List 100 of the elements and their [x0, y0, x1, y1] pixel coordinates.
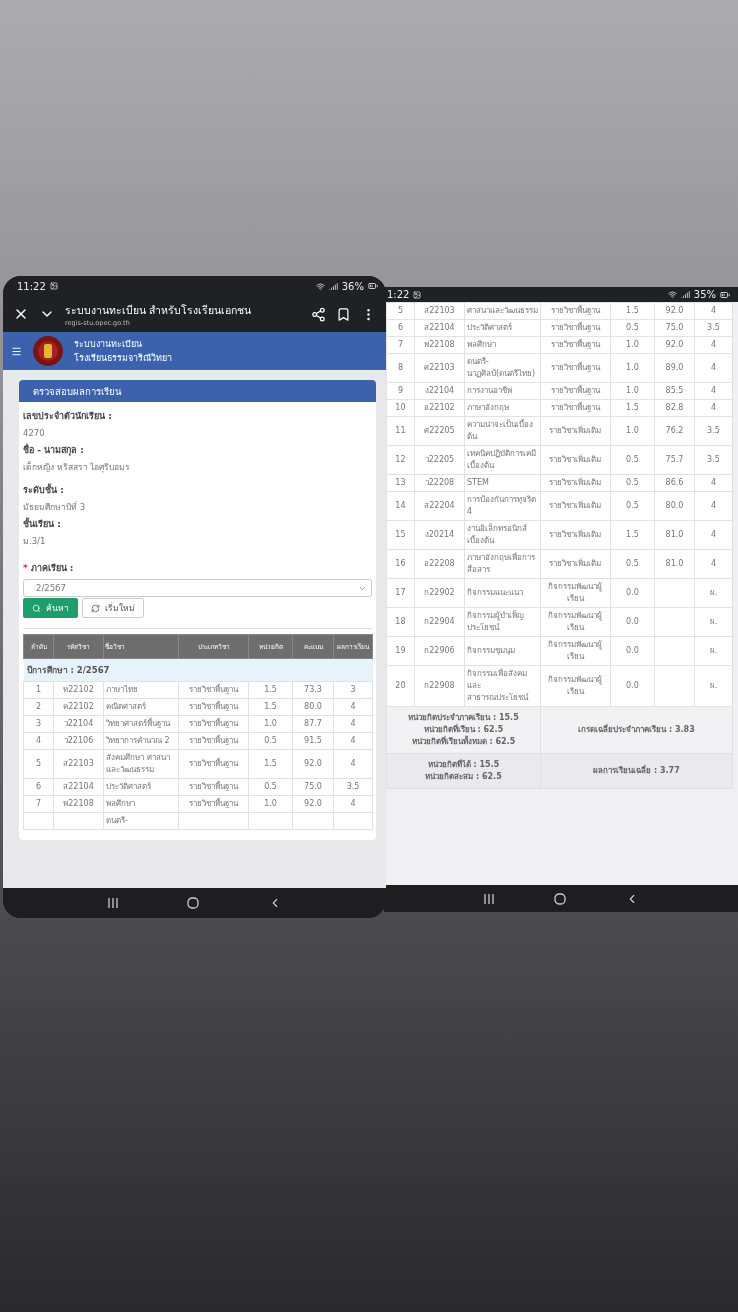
summary-text: หน่วยกิตสะสม : 62.5	[425, 771, 502, 783]
recent-apps-icon[interactable]	[483, 893, 496, 904]
table-cell: STEM	[464, 474, 541, 492]
search-button[interactable]: ค้นหา	[23, 598, 78, 618]
table-cell: 80.0	[292, 698, 334, 716]
table-cell: พ22108	[414, 336, 465, 354]
table-cell: ท22102	[53, 681, 104, 699]
signal-icon	[680, 290, 690, 299]
table-cell: 13	[386, 474, 415, 492]
table-cell: 4	[694, 302, 733, 320]
home-icon[interactable]	[553, 892, 566, 905]
table-cell: 87.7	[292, 715, 334, 733]
table-cell: 11	[386, 416, 415, 446]
table-cell: รายวิชาพื้นฐาน	[178, 778, 249, 796]
table-cell: รายวิชาพื้นฐาน	[178, 749, 249, 779]
field-value: ม.3/1	[23, 535, 47, 548]
table-cell: 1.0	[610, 416, 655, 446]
summary-average: เกรดเฉลี่ยประจำภาคเรียน : 3.83	[540, 706, 733, 754]
table-cell: ประวัติศาสตร์	[103, 778, 179, 796]
table-cell: ภาษาไทย	[103, 681, 179, 699]
table-cell: การป้องกันการทุจริต 4	[464, 491, 541, 521]
table-cell: 86.6	[654, 474, 695, 492]
table-cell: 15	[386, 520, 415, 550]
table-cell: 81.0	[654, 549, 695, 579]
wifi-icon	[667, 290, 677, 299]
recent-apps-icon[interactable]	[107, 898, 120, 908]
table-cell: 17	[386, 578, 415, 608]
table-cell: คณิตศาสตร์	[103, 698, 179, 716]
field-label: ชั้นเรียน :	[23, 516, 62, 531]
table-cell: 5	[386, 302, 415, 320]
table-cell: รายวิชาพื้นฐาน	[540, 319, 611, 337]
table-cell: 92.0	[654, 302, 695, 320]
table-cell: กิจกรรมผู้บำเพ็ญประโยชน์	[464, 607, 541, 637]
table-cell: เทคนิคปฏิบัติการเคมีเบื้องต้น	[464, 445, 541, 475]
table-cell: 8	[386, 353, 415, 383]
semester-select[interactable]: 2/2567	[23, 579, 372, 597]
table-cell: รายวิชาพื้นฐาน	[178, 795, 249, 813]
table-cell: 5	[23, 749, 54, 779]
table-cell: 7	[386, 336, 415, 354]
table-cell: 81.0	[654, 520, 695, 550]
table-cell: 4	[694, 491, 733, 521]
table-cell: 12	[386, 445, 415, 475]
table-cell: 0.0	[610, 607, 655, 637]
table-cell: 4	[694, 382, 733, 400]
table-cell: 20	[386, 665, 415, 707]
table-cell: ศาสนาและวัฒนธรรม	[464, 302, 541, 320]
table-cell: รายวิชาพื้นฐาน	[178, 715, 249, 733]
field-label: * ภาคเรียน :	[23, 562, 75, 575]
table-cell: 0.0	[610, 578, 655, 608]
table-cell: 0.5	[610, 491, 655, 521]
table-cell: ดนตรี-	[103, 812, 179, 830]
table-cell: 1.0	[248, 715, 293, 733]
table-cell: กิจกรรมพัฒนาผู้เรียน	[540, 607, 611, 637]
table-cell: รายวิชาเพิ่มเติม	[540, 520, 611, 550]
table-cell: รายวิชาเพิ่มเติม	[540, 491, 611, 521]
table-cell: รายวิชาพื้นฐาน	[540, 336, 611, 354]
summary-text: หน่วยกิตที่ได้ : 15.5	[427, 759, 500, 771]
table-cell: 3	[333, 681, 373, 699]
table-cell: ประวัติศาสตร์	[464, 319, 541, 337]
table-cell: รายวิชาพื้นฐาน	[178, 732, 249, 750]
table-cell: 4	[333, 698, 373, 716]
table-cell: 4	[333, 715, 373, 733]
table-cell: 1.5	[248, 681, 293, 699]
table-cell: พลศึกษา	[103, 795, 179, 813]
table-cell: วิทยาการคำนวณ 2	[103, 732, 179, 750]
table-cell: 4	[694, 520, 733, 550]
table-cell: กิจกรรมพัฒนาผู้เรียน	[540, 578, 611, 608]
table-cell: 6	[386, 319, 415, 337]
table-cell: 0.5	[248, 732, 293, 750]
battery-percent: 36%	[341, 280, 364, 292]
table-cell: ง20214	[414, 520, 465, 550]
summary-text: หน่วยกิตที่เรียนทั้งหมด : 62.5	[411, 736, 516, 748]
table-cell: 0.5	[610, 549, 655, 579]
table-cell: อ22208	[414, 549, 465, 579]
summary-average: ผลการเรียนเฉลี่ย : 3.77	[540, 753, 733, 789]
share-icon[interactable]	[310, 306, 326, 322]
table-cell: 1.0	[248, 795, 293, 813]
bookmark-icon[interactable]	[335, 306, 351, 322]
table-cell: 1.5	[248, 749, 293, 779]
table-cell	[654, 578, 695, 608]
field-label: เลขประจำตัวนักเรียน :	[23, 410, 113, 423]
table-cell: ง22104	[414, 382, 465, 400]
table-cell: 3.5	[694, 319, 733, 337]
table-cell: กิจกรรมพัฒนาผู้เรียน	[540, 665, 611, 707]
table-cell: 4	[694, 399, 733, 417]
menu-icon[interactable]	[11, 345, 22, 357]
table-cell: 1.5	[610, 302, 655, 320]
card-title: ตรวจสอบผลการเรียน	[19, 380, 376, 402]
battery-icon	[720, 289, 730, 300]
table-cell: ว22205	[414, 445, 465, 475]
table-cell: ว22208	[414, 474, 465, 492]
summary-text: หน่วยกิตที่เรียน : 62.5	[423, 724, 504, 735]
table-cell: ก22908	[414, 665, 465, 707]
home-icon[interactable]	[187, 897, 200, 909]
group-row: ปีการศึกษา : 2/2567	[23, 658, 373, 682]
table-cell: อ22102	[414, 399, 465, 417]
status-time: 1:22	[386, 289, 410, 300]
reset-button[interactable]: เริ่มใหม่	[82, 598, 144, 618]
table-cell: ว22104	[53, 715, 104, 733]
table-cell: รายวิชาพื้นฐาน	[540, 399, 611, 417]
